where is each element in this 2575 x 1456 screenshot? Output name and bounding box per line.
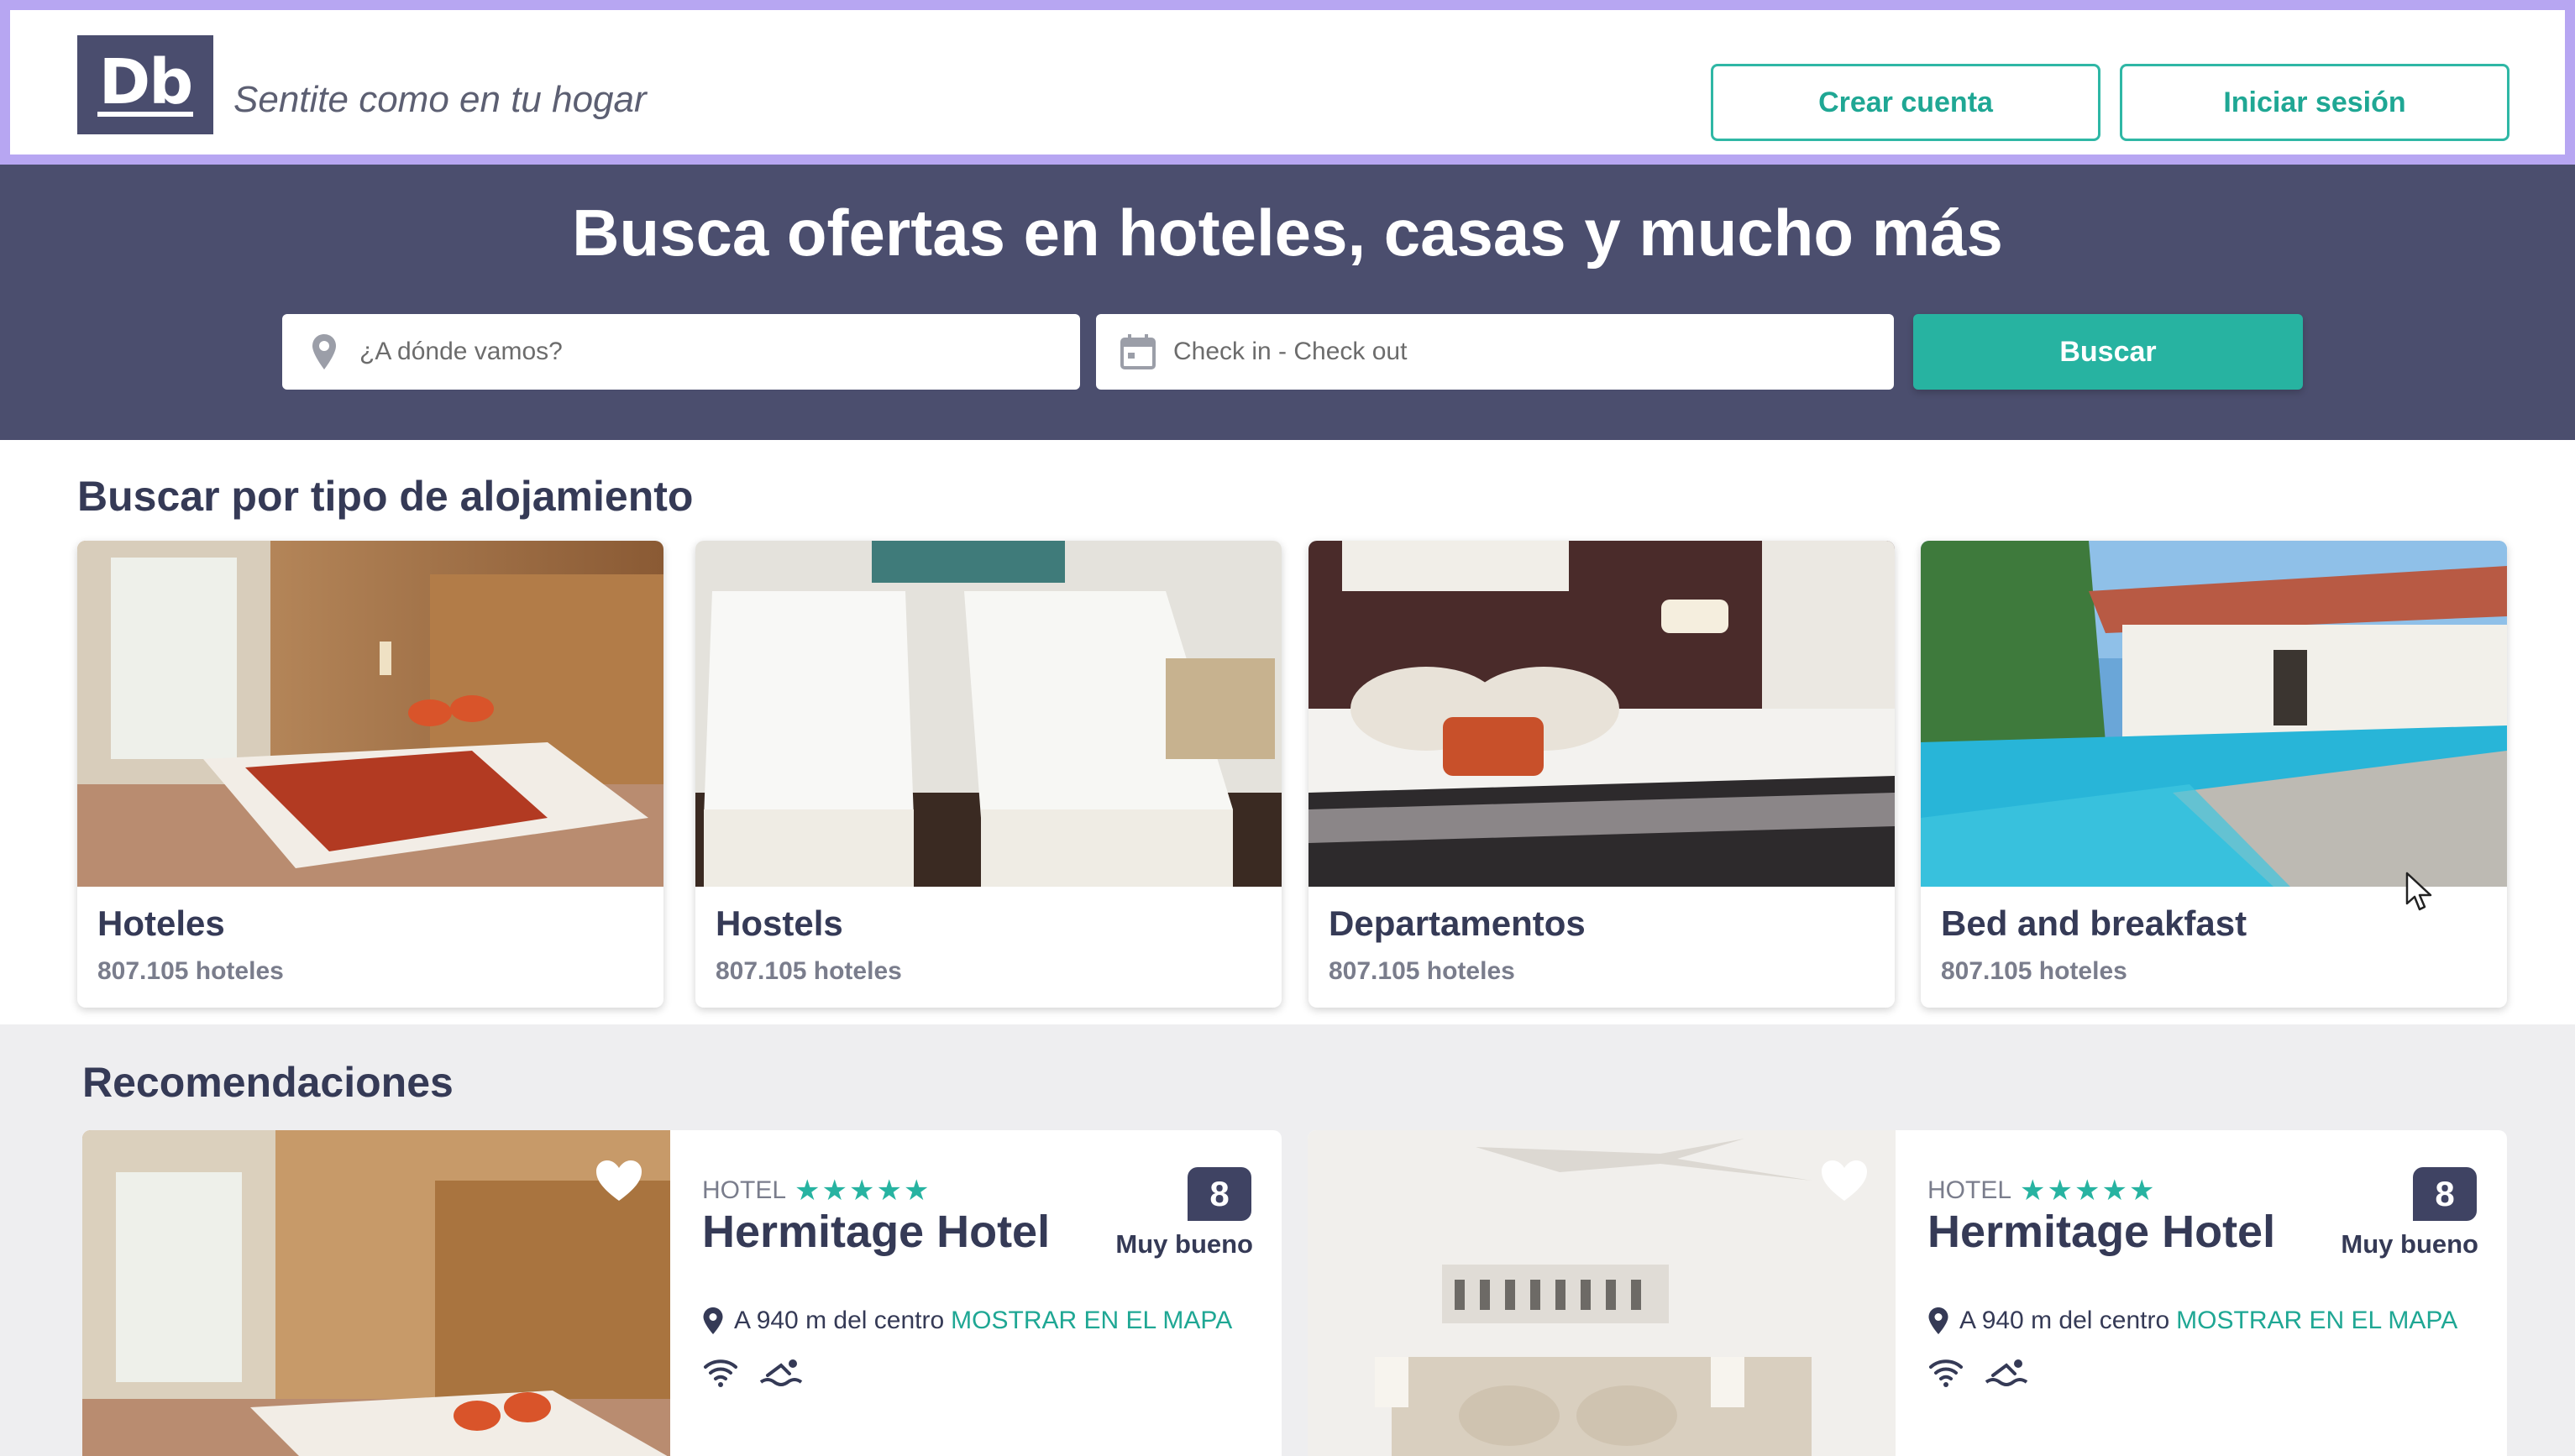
- type-card-departamentos[interactable]: Departamentos 807.105 hoteles: [1308, 541, 1895, 1008]
- location-pin-icon: [1928, 1307, 1948, 1334]
- destination-input[interactable]: ¿A dónde vamos?: [282, 314, 1080, 390]
- hotel-location: A 940 m del centro MOSTRAR EN EL MAPA: [1927, 1307, 2457, 1335]
- calendar-icon: [1118, 332, 1158, 372]
- destination-placeholder: ¿A dónde vamos?: [359, 338, 563, 365]
- type-count: 807.105 hoteles: [97, 957, 284, 985]
- type-name: Departamentos: [1329, 903, 1586, 943]
- rec-type-label: HOTEL: [702, 1176, 787, 1204]
- score-badge: 8: [1188, 1167, 1251, 1221]
- rec-category: HOTEL ★★★★★: [1927, 1174, 2156, 1207]
- distance-text: A 940 m del centro: [734, 1307, 945, 1334]
- hero-search-banner: Busca ofertas en hoteles, casas y mucho …: [0, 165, 2575, 440]
- type-card-hostels[interactable]: Hostels 807.105 hoteles: [695, 541, 1282, 1008]
- rec-category: HOTEL ★★★★★: [702, 1174, 931, 1207]
- type-name: Hostels: [716, 903, 843, 943]
- recommendations-section: Recomendaciones HOTEL ★★★★★ Hermitage Ho…: [0, 1024, 2575, 1456]
- site-header: Db Sentite como en tu hogar Crear cuenta…: [0, 0, 2575, 165]
- star-rating: ★★★★★: [795, 1175, 931, 1207]
- hero-title: Busca ofertas en hoteles, casas y mucho …: [572, 196, 2003, 270]
- wifi-icon: [702, 1357, 739, 1389]
- show-on-map-link[interactable]: MOSTRAR EN EL MAPA: [2176, 1307, 2457, 1335]
- dates-placeholder: Check in - Check out: [1173, 338, 1408, 365]
- show-on-map-link[interactable]: MOSTRAR EN EL MAPA: [951, 1307, 1232, 1335]
- recommendations-title: Recomendaciones: [82, 1059, 454, 1106]
- type-card-bed-and-breakfast[interactable]: Bed and breakfast 807.105 hoteles: [1921, 541, 2507, 1008]
- score-label: Muy bueno: [1115, 1229, 1253, 1259]
- location-pin-icon: [703, 1307, 723, 1334]
- dates-input[interactable]: Check in - Check out: [1096, 314, 1894, 390]
- login-button[interactable]: Iniciar sesión: [2120, 64, 2509, 141]
- recommendation-card[interactable]: HOTEL ★★★★★ Hermitage Hotel 8 Muy bueno …: [82, 1130, 1282, 1456]
- type-count: 807.105 hoteles: [1941, 957, 2127, 985]
- brand-logo[interactable]: Db: [77, 35, 213, 134]
- location-pin-icon: [304, 332, 344, 372]
- hostel-beds-image: [695, 541, 1282, 887]
- type-name: Hoteles: [97, 903, 225, 943]
- search-button[interactable]: Buscar: [1913, 314, 2303, 390]
- type-name: Bed and breakfast: [1941, 903, 2247, 943]
- score-badge: 8: [2413, 1167, 2477, 1221]
- amenities: [1927, 1357, 2028, 1389]
- hotel-name[interactable]: Hermitage Hotel: [1927, 1206, 2275, 1258]
- logo-text: Db: [97, 46, 193, 118]
- favorite-heart-icon[interactable]: [1820, 1159, 1869, 1202]
- recommendation-card[interactable]: HOTEL ★★★★★ Hermitage Hotel 8 Muy bueno …: [1308, 1130, 2507, 1456]
- type-card-hoteles[interactable]: Hoteles 807.105 hoteles: [77, 541, 663, 1008]
- pool-icon: [1983, 1357, 2028, 1389]
- pool-icon: [758, 1357, 803, 1389]
- hotel-photo: [82, 1130, 670, 1456]
- hotel-location: A 940 m del centro MOSTRAR EN EL MAPA: [702, 1307, 1232, 1335]
- star-rating: ★★★★★: [2020, 1175, 2157, 1207]
- tagline: Sentite como en tu hogar: [233, 79, 647, 120]
- apartment-bedroom-image: [1308, 541, 1895, 887]
- pool-house-image: [1921, 541, 2507, 887]
- amenities: [702, 1357, 803, 1389]
- score-label: Muy bueno: [2341, 1229, 2478, 1259]
- hotel-photo: [1308, 1130, 1896, 1456]
- type-count: 807.105 hoteles: [1329, 957, 1515, 985]
- favorite-heart-icon[interactable]: [595, 1159, 643, 1202]
- hotel-name[interactable]: Hermitage Hotel: [702, 1206, 1050, 1258]
- types-section-title: Buscar por tipo de alojamiento: [77, 473, 694, 520]
- type-count: 807.105 hoteles: [716, 957, 902, 985]
- create-account-button[interactable]: Crear cuenta: [1711, 64, 2100, 141]
- hotel-room-image: [77, 541, 663, 887]
- distance-text: A 940 m del centro: [1959, 1307, 2170, 1334]
- mouse-cursor-icon: [2405, 872, 2434, 912]
- rec-type-label: HOTEL: [1927, 1176, 2012, 1204]
- wifi-icon: [1927, 1357, 1964, 1389]
